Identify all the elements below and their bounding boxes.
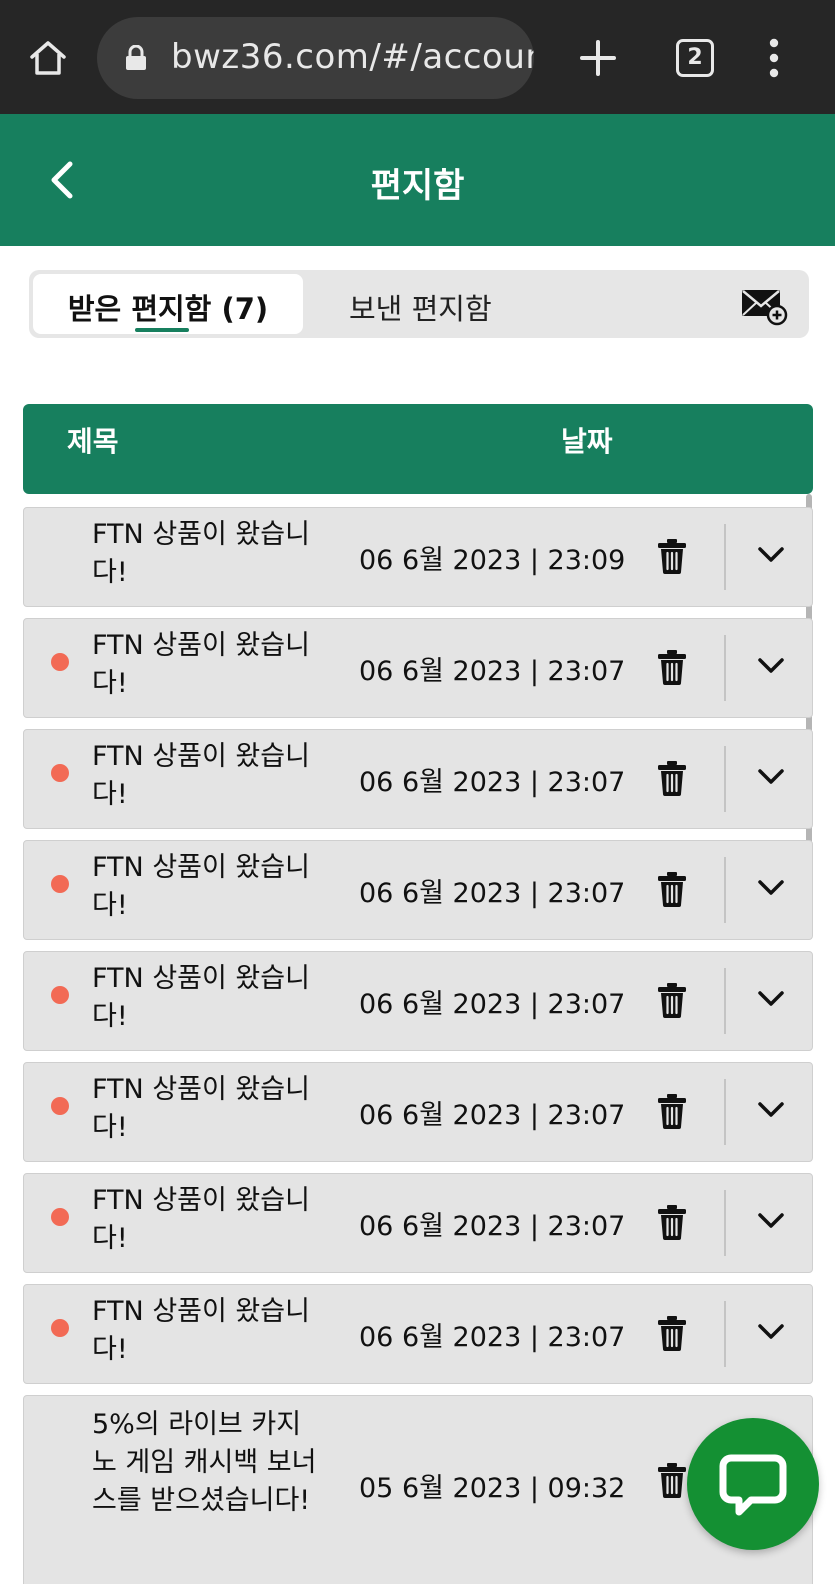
- plus-icon[interactable]: [578, 38, 618, 78]
- row-divider: [724, 857, 726, 923]
- unread-dot: [51, 764, 69, 782]
- message-date: 06 6월 2023 | 23:07: [359, 656, 626, 687]
- chevron-down-icon[interactable]: [757, 1212, 785, 1230]
- message-row[interactable]: FTN 상품이 왔습니다! 06 6월 2023 | 23:07: [23, 729, 813, 829]
- tabs-icon[interactable]: 2: [676, 39, 714, 77]
- app-header: 편지함: [0, 114, 835, 246]
- row-divider: [724, 968, 726, 1034]
- message-date: 06 6월 2023 | 23:07: [359, 989, 626, 1020]
- message-row[interactable]: FTN 상품이 왔습니다! 06 6월 2023 | 23:07: [23, 1062, 813, 1162]
- chevron-down-icon[interactable]: [757, 546, 785, 564]
- message-date: 05 6월 2023 | 09:32: [359, 1473, 626, 1504]
- lock-icon: [126, 45, 146, 70]
- message-subject[interactable]: FTN 상품이 왔습니다!: [92, 1293, 324, 1369]
- unread-dot: [51, 653, 69, 671]
- message-subject[interactable]: FTN 상품이 왔습니다!: [92, 1182, 324, 1258]
- unread-dot: [51, 1097, 69, 1115]
- chevron-down-icon[interactable]: [757, 657, 785, 675]
- trash-icon[interactable]: [657, 760, 687, 796]
- chat-icon: [719, 1454, 787, 1516]
- column-subject: 제목: [67, 425, 119, 458]
- trash-icon[interactable]: [657, 1315, 687, 1351]
- unread-dot: [51, 875, 69, 893]
- mail-add-icon[interactable]: [740, 286, 788, 326]
- address-bar[interactable]: bwz36.com/#/accoun: [97, 17, 534, 99]
- message-subject[interactable]: FTN 상품이 왔습니다!: [92, 516, 324, 592]
- message-date: 06 6월 2023 | 23:07: [359, 1322, 626, 1353]
- trash-icon[interactable]: [657, 1462, 687, 1498]
- unread-dot: [51, 1208, 69, 1226]
- row-divider: [724, 524, 726, 590]
- active-tab-underline: [135, 328, 189, 332]
- row-divider: [724, 635, 726, 701]
- message-subject[interactable]: FTN 상품이 왔습니다!: [92, 738, 324, 814]
- url-text[interactable]: bwz36.com/#/accoun: [171, 37, 534, 77]
- column-date: 날짜: [561, 425, 613, 458]
- message-subject[interactable]: FTN 상품이 왔습니다!: [92, 960, 324, 1036]
- tab-inbox[interactable]: 받은 편지함 (7): [33, 274, 303, 334]
- chevron-down-icon[interactable]: [757, 1323, 785, 1341]
- browser-toolbar: bwz36.com/#/accoun 2: [0, 0, 835, 114]
- message-row[interactable]: FTN 상품이 왔습니다! 06 6월 2023 | 23:07: [23, 840, 813, 940]
- trash-icon[interactable]: [657, 1093, 687, 1129]
- mailbox-tabs: 받은 편지함 (7) 보낸 편지함: [29, 270, 809, 338]
- row-divider: [724, 1190, 726, 1256]
- message-date: 06 6월 2023 | 23:07: [359, 1211, 626, 1242]
- message-subject[interactable]: FTN 상품이 왔습니다!: [92, 1071, 324, 1147]
- message-row[interactable]: FTN 상품이 왔습니다! 06 6월 2023 | 23:07: [23, 1173, 813, 1273]
- chevron-down-icon[interactable]: [757, 879, 785, 897]
- chevron-down-icon[interactable]: [757, 768, 785, 786]
- table-header: 제목 날짜: [23, 404, 813, 494]
- message-row[interactable]: FTN 상품이 왔습니다! 06 6월 2023 | 23:07: [23, 1284, 813, 1384]
- row-divider: [724, 746, 726, 812]
- unread-dot: [51, 1319, 69, 1337]
- message-row[interactable]: FTN 상품이 왔습니다! 06 6월 2023 | 23:09: [23, 507, 813, 607]
- message-date: 06 6월 2023 | 23:07: [359, 1100, 626, 1131]
- trash-icon[interactable]: [657, 982, 687, 1018]
- trash-icon[interactable]: [657, 649, 687, 685]
- chat-button[interactable]: [687, 1418, 819, 1550]
- message-date: 06 6월 2023 | 23:07: [359, 767, 626, 798]
- message-row[interactable]: FTN 상품이 왔습니다! 06 6월 2023 | 23:07: [23, 951, 813, 1051]
- page-title: 편지함: [370, 166, 465, 206]
- trash-icon[interactable]: [657, 871, 687, 907]
- row-divider: [724, 1079, 726, 1145]
- message-date: 06 6월 2023 | 23:07: [359, 878, 626, 909]
- row-divider: [724, 1301, 726, 1367]
- home-icon[interactable]: [28, 38, 68, 78]
- tab-sent[interactable]: 보낸 편지함: [349, 286, 492, 328]
- message-subject[interactable]: FTN 상품이 왔습니다!: [92, 849, 324, 925]
- more-vert-icon[interactable]: [769, 38, 779, 78]
- message-date: 06 6월 2023 | 23:09: [359, 545, 626, 576]
- message-subject[interactable]: 5%의 라이브 카지노 게임 캐시백 보너스를 받으셨습니다!: [92, 1406, 324, 1520]
- message-row[interactable]: FTN 상품이 왔습니다! 06 6월 2023 | 23:07: [23, 618, 813, 718]
- tab-inbox-label: 받은 편지함 (7): [67, 292, 269, 326]
- chevron-down-icon[interactable]: [757, 1101, 785, 1119]
- message-subject[interactable]: FTN 상품이 왔습니다!: [92, 627, 324, 703]
- trash-icon[interactable]: [657, 1204, 687, 1240]
- chevron-down-icon[interactable]: [757, 990, 785, 1008]
- unread-dot: [51, 986, 69, 1004]
- trash-icon[interactable]: [657, 538, 687, 574]
